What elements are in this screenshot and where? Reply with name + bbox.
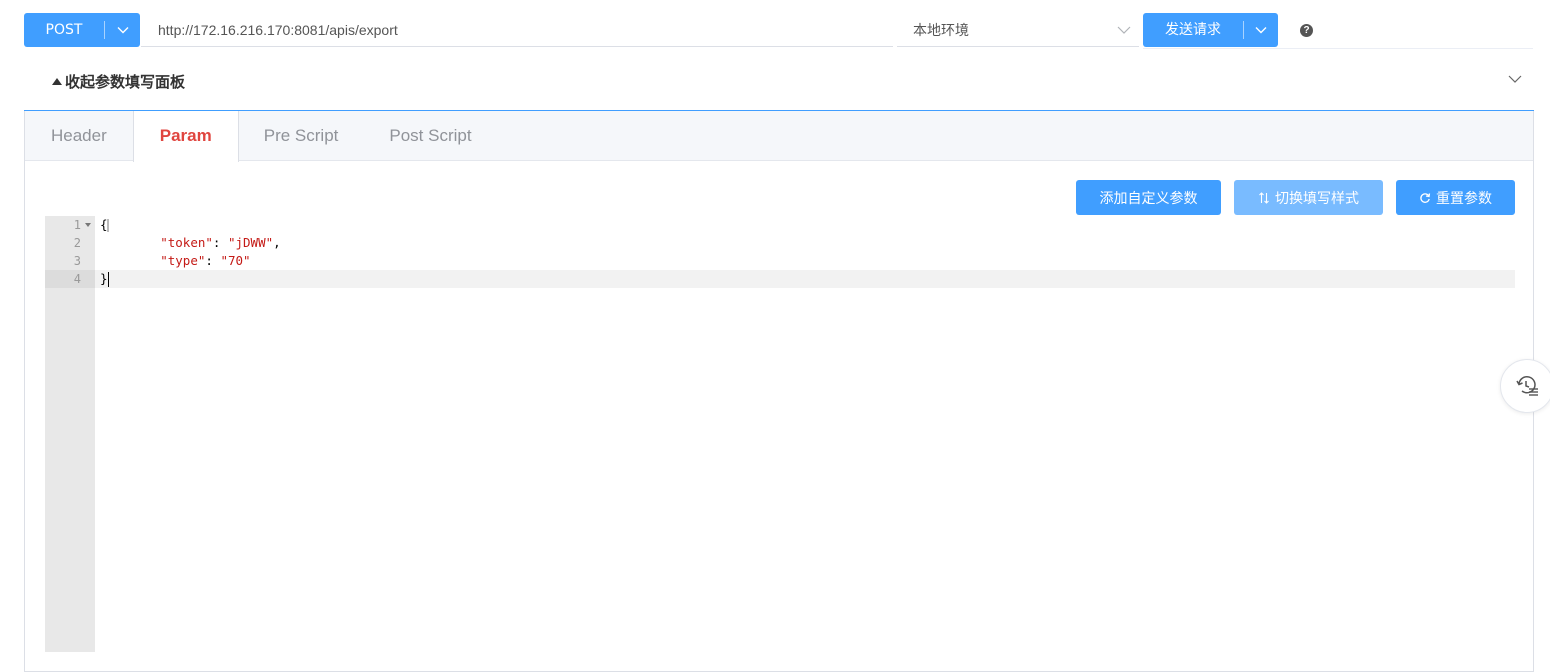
param-code-editor[interactable]: 1 2 3 4 { "token": "jDWW", "type": "70" … [45, 216, 1515, 652]
add-custom-param-button[interactable]: 添加自定义参数 [1076, 180, 1221, 215]
editor-gutter: 1 2 3 4 [45, 216, 95, 652]
panel-title-text: 收起参数填写面板 [65, 73, 186, 91]
method-button[interactable]: POST [24, 13, 104, 47]
line-number: 4 [45, 270, 95, 288]
method-dropdown-toggle[interactable] [105, 13, 140, 47]
environment-label: 本地环境 [913, 22, 969, 39]
text-cursor [107, 272, 109, 287]
code-line: "token": "jDWW", [160, 235, 281, 250]
triangle-up-icon [52, 78, 62, 85]
tab-param[interactable]: Param [132, 111, 239, 162]
line-number: 3 [73, 254, 81, 268]
token-value: "jDWW" [227, 235, 274, 250]
environment-caret [1109, 26, 1139, 34]
send-request-button[interactable]: 发送请求 [1143, 13, 1243, 47]
line-number: 2 [73, 236, 81, 250]
tabs-bar: Header Param Pre Script Post Script [25, 111, 1533, 162]
chevron-down-icon[interactable] [1508, 75, 1522, 83]
fold-arrow-icon[interactable] [85, 223, 91, 227]
add-custom-param-label: 添加自定义参数 [1099, 190, 1198, 207]
token-key: "token" [160, 235, 213, 250]
method-select[interactable]: POST [24, 13, 140, 47]
tab-pre-script[interactable]: Pre Script [239, 111, 364, 161]
tab-post-script[interactable]: Post Script [363, 111, 497, 161]
help-icon[interactable]: ? [1300, 24, 1313, 37]
reset-params-button[interactable]: 重置参数 [1396, 180, 1515, 215]
chevron-down-icon [1255, 27, 1267, 34]
param-tabs-card: Header Param Pre Script Post Script 添加自定… [24, 111, 1534, 672]
editor-content[interactable]: { "token": "jDWW", "type": "70" } [95, 216, 1515, 288]
type-key: "type" [160, 253, 206, 268]
code-line: { [100, 217, 109, 232]
tab-header[interactable]: Header [25, 111, 133, 161]
history-button[interactable] [1500, 359, 1550, 413]
code-line-active: } [95, 270, 1515, 288]
panel-title: 收起参数填写面板 [52, 71, 185, 92]
send-dropdown-toggle[interactable] [1244, 13, 1278, 47]
history-icon [1516, 375, 1538, 396]
param-panel-toggle[interactable]: 收起参数填写面板 [24, 49, 1534, 111]
switch-fill-style-button[interactable]: 切换填写样式 [1234, 180, 1383, 215]
send-request-group[interactable]: 发送请求 [1143, 13, 1278, 47]
code-line: "type": "70" [160, 253, 251, 268]
url-input[interactable] [141, 13, 893, 47]
type-value: "70" [220, 253, 251, 268]
line-number: 1 [45, 216, 95, 234]
sort-icon [1259, 191, 1269, 204]
switch-fill-style-label: 切换填写样式 [1275, 190, 1359, 207]
environment-select[interactable]: 本地环境 [897, 13, 1139, 47]
bracket-match [106, 219, 109, 232]
reset-params-label: 重置参数 [1436, 190, 1492, 207]
refresh-icon [1420, 192, 1431, 203]
chevron-down-icon [1117, 26, 1131, 34]
chevron-down-icon [117, 27, 128, 34]
